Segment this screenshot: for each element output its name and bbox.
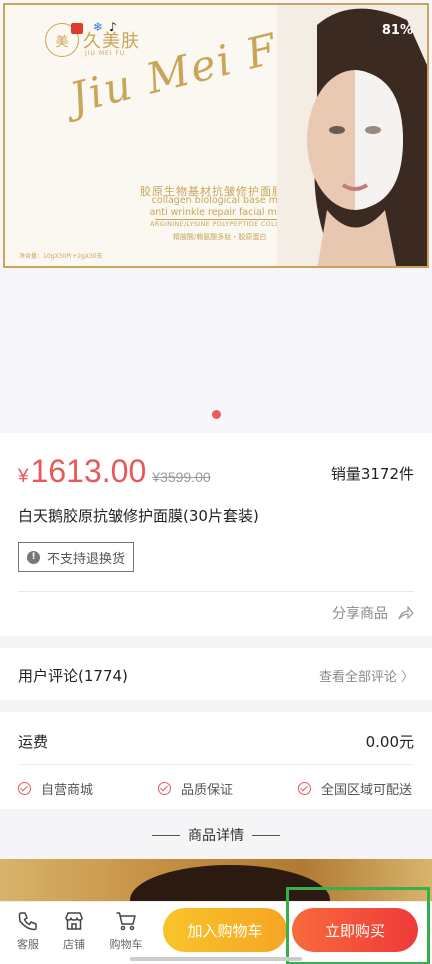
chevron-right-icon: 〉 (400, 670, 414, 685)
battery-indicator: 81% (381, 23, 413, 38)
view-all-reviews-link[interactable]: 查看全部评论 〉 (319, 666, 414, 685)
details-heading: 商品详情 (0, 825, 432, 845)
shipping-label: 运费 (18, 733, 49, 751)
guarantee-item: 全国区域可配送 (298, 779, 412, 798)
brand-sub: JIU MEI FU (85, 50, 126, 57)
current-price: 1613.00 (30, 453, 147, 489)
check-circle-icon (298, 782, 311, 795)
guarantee-label: 自营商城 (41, 783, 94, 798)
store-icon (65, 912, 83, 930)
no-return-label: 不支持退换货 (47, 551, 126, 567)
guarantee-label: 品质保证 (181, 783, 234, 798)
price-currency: ¥ (18, 466, 29, 487)
product-image-carousel[interactable]: 美 久美肤 JIU MEI FU ❄ ♪ Jiu Mei Fu 胶原生物基材抗皱… (0, 0, 432, 432)
red-badge-icon (71, 23, 83, 34)
divider (18, 591, 414, 592)
no-return-badge: ! 不支持退换货 (18, 542, 135, 572)
price-row: ¥ 1613.00 ¥3599.00 (18, 453, 211, 490)
guarantee-label: 全国区域可配送 (321, 783, 413, 798)
add-to-cart-button[interactable]: 加入购物车 (163, 908, 287, 952)
share-arrow-icon (398, 606, 414, 620)
guarantee-item: 自营商城 (18, 779, 93, 798)
share-label: 分享商品 (332, 606, 388, 622)
net-content: 净含量：10gX30片+2gX30支 (19, 253, 103, 260)
cart-label: 购物车 (109, 938, 143, 951)
reviews-row: 用户评论(1774) 查看全部评论 〉 (0, 648, 432, 700)
guarantee-item: 品质保证 (158, 779, 233, 798)
check-circle-icon (18, 782, 31, 795)
buy-now-button[interactable]: 立即购买 (292, 908, 418, 952)
customer-service-button[interactable]: 客服 (8, 910, 48, 952)
product-title: 白天鹅胶原抗皱修护面膜(30片套装) (18, 507, 259, 525)
heading-line (252, 834, 280, 836)
store-label: 店铺 (63, 938, 85, 951)
shipping-section: 运费 0.00元 自营商城 品质保证 全国区域可配送 (0, 712, 432, 809)
customer-service-label: 客服 (17, 938, 39, 951)
heading-line (152, 834, 180, 836)
bottom-action-bar: 客服 店铺 购物车 加入购物车 立即购买 (0, 887, 432, 964)
share-button[interactable]: 分享商品 (332, 603, 414, 623)
shopping-cart-icon (116, 912, 136, 931)
divider (18, 764, 414, 765)
original-price: ¥3599.00 (152, 469, 211, 485)
view-all-reviews-label: 查看全部评论 (318, 670, 397, 685)
snowflake-icon: ❄ (93, 20, 104, 34)
details-heading-text: 商品详情 (188, 828, 244, 844)
ingredient-cn: 精胺酸/赖氨酸多肽・胶原蛋白 (173, 233, 267, 241)
carousel-indicator-dot[interactable] (212, 410, 221, 419)
reviews-label: 用户评论(1774) (18, 667, 128, 685)
product-info-section: ¥ 1613.00 ¥3599.00 销量3172件 白天鹅胶原抗皱修护面膜(3… (0, 433, 432, 636)
product-image: 美 久美肤 JIU MEI FU ❄ ♪ Jiu Mei Fu 胶原生物基材抗皱… (3, 3, 429, 268)
model-face-image (277, 5, 427, 266)
phone-icon (18, 912, 37, 931)
home-indicator (130, 957, 302, 961)
shipping-fee: 0.00元 (365, 733, 414, 751)
cart-button[interactable]: 购物车 (106, 910, 146, 952)
exclamation-icon: ! (27, 550, 40, 564)
tiktok-icon: ♪ (109, 20, 117, 34)
store-button[interactable]: 店铺 (54, 910, 94, 952)
check-circle-icon (158, 782, 171, 795)
sales-count: 销量3172件 (330, 465, 414, 483)
